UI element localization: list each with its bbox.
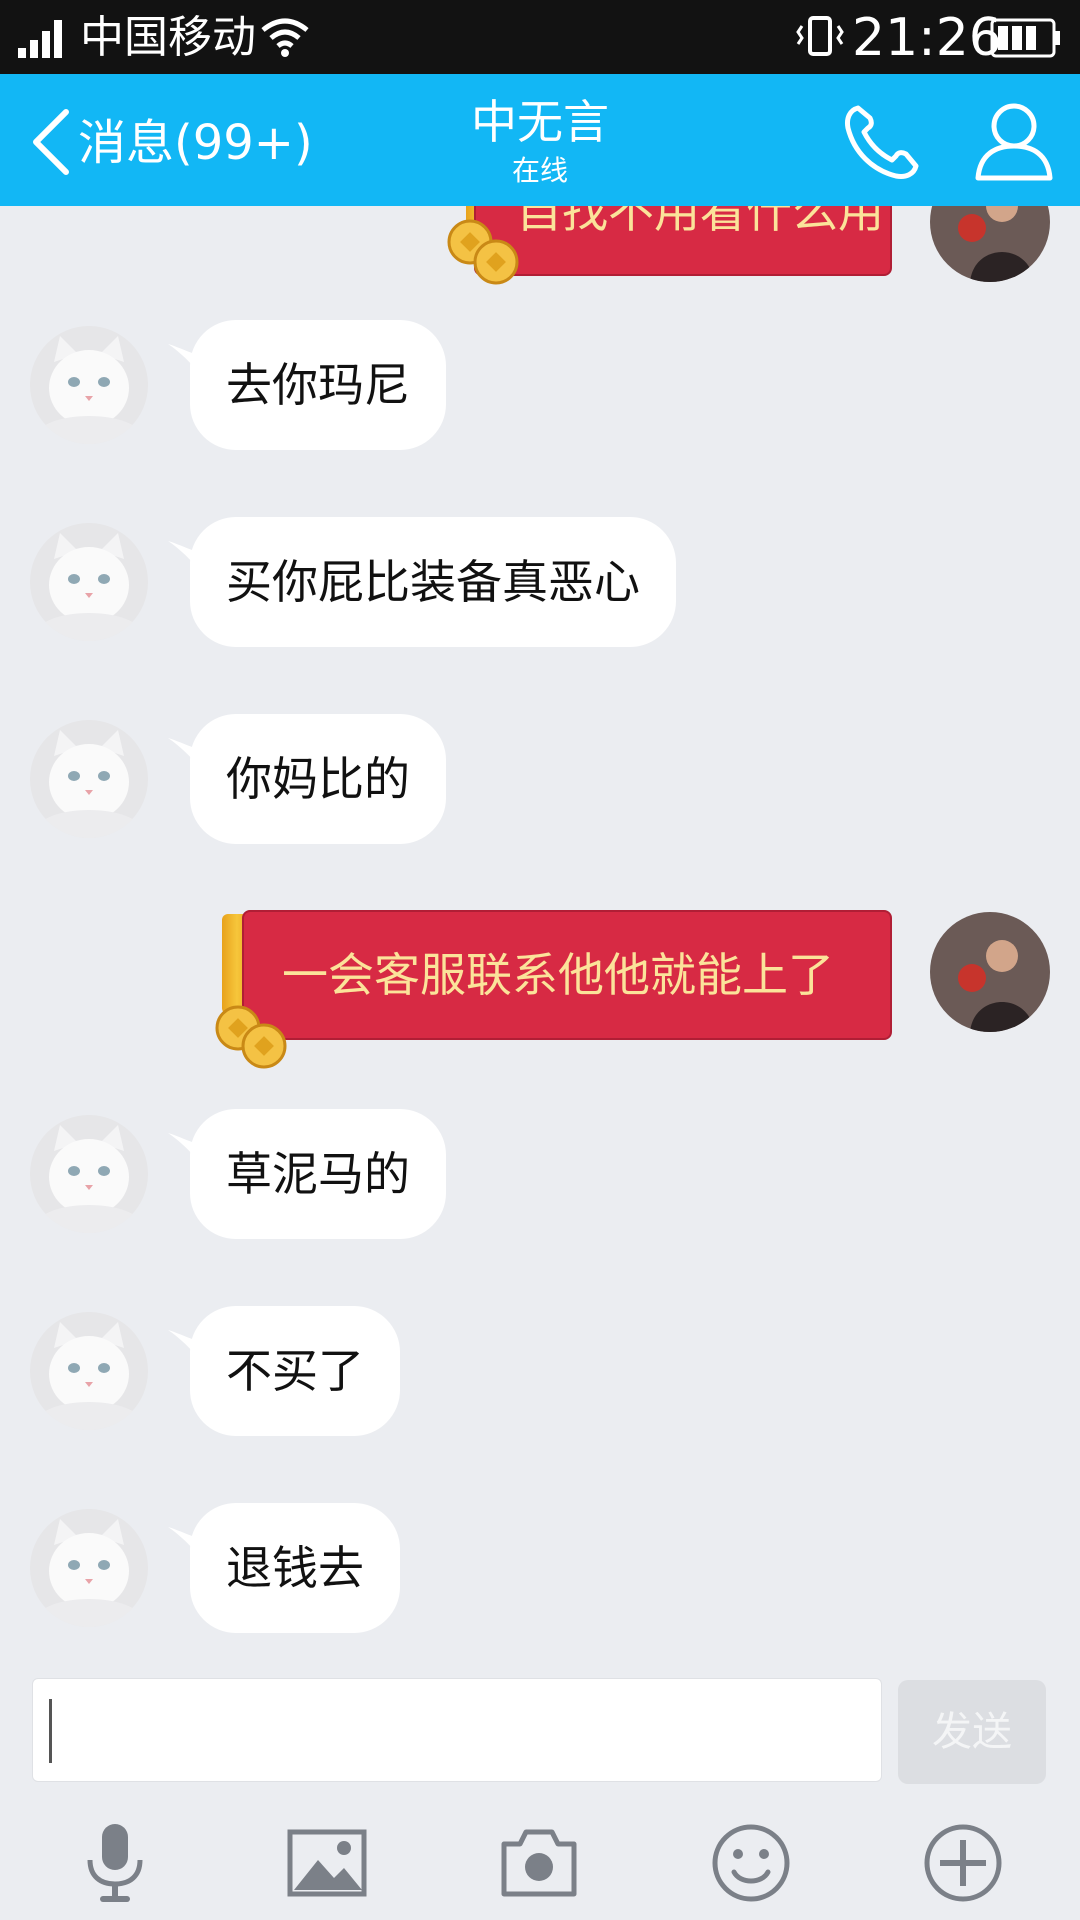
message-text: 去你玛尼	[226, 358, 410, 412]
chat-header: 消息(99+) 中无言 在线	[0, 74, 1080, 206]
coin-icon	[241, 1023, 287, 1069]
red-packet-bubble[interactable]: 自找不用看什么用	[474, 206, 892, 276]
emoji-icon[interactable]	[708, 1820, 794, 1906]
message-text: 你妈比的	[226, 752, 410, 806]
cat-photo	[30, 326, 148, 444]
input-bar: 发送	[0, 1666, 1080, 1786]
red-packet-bubble[interactable]: 一会客服联系他他就能上了	[242, 910, 892, 1040]
text-cursor	[49, 1699, 52, 1763]
contact-name: 中无言	[471, 95, 609, 149]
contact-avatar[interactable]	[30, 1509, 148, 1627]
message-input[interactable]	[32, 1678, 882, 1782]
message-text: 不买了	[226, 1344, 364, 1398]
user-photo	[930, 206, 1050, 282]
contact-avatar[interactable]	[30, 1312, 148, 1430]
user-photo	[930, 912, 1050, 1032]
message-text: 草泥马的	[226, 1147, 410, 1201]
cat-photo	[30, 1115, 148, 1233]
chevron-left-icon	[33, 109, 69, 175]
coin-icon	[473, 239, 519, 285]
clock-time: 21:26	[852, 8, 1002, 68]
signal-icon	[18, 20, 62, 58]
message-bubble[interactable]: 不买了	[190, 1306, 400, 1436]
user-avatar[interactable]	[930, 912, 1050, 1032]
message-bubble[interactable]: 草泥马的	[190, 1109, 446, 1239]
person-icon[interactable]	[972, 98, 1056, 184]
image-icon[interactable]	[284, 1820, 370, 1906]
contact-avatar[interactable]	[30, 720, 148, 838]
message-text: 买你屁比装备真恶心	[226, 555, 640, 609]
camera-icon[interactable]	[496, 1820, 582, 1906]
contact-avatar[interactable]	[30, 523, 148, 641]
input-toolbar	[0, 1790, 1080, 1920]
cat-photo	[30, 720, 148, 838]
contact-avatar[interactable]	[30, 326, 148, 444]
back-label: 消息(99+)	[78, 115, 313, 171]
message-bubble[interactable]: 去你玛尼	[190, 320, 446, 450]
send-button[interactable]: 发送	[898, 1680, 1046, 1784]
microphone-icon[interactable]	[72, 1820, 158, 1906]
message-bubble[interactable]: 买你屁比装备真恶心	[190, 517, 676, 647]
message-text: 退钱去	[226, 1541, 364, 1595]
vibrate-icon	[796, 16, 844, 56]
phone-icon[interactable]	[840, 100, 924, 184]
message-bubble[interactable]: 退钱去	[190, 1503, 400, 1633]
contact-avatar[interactable]	[30, 1115, 148, 1233]
battery-icon	[990, 18, 1060, 58]
carrier-name: 中国移动	[80, 12, 256, 63]
plus-icon[interactable]	[920, 1820, 1006, 1906]
online-status: 在线	[511, 154, 568, 187]
status-bar: 中国移动 21:26	[0, 0, 1080, 74]
red-packet-text: 自找不用看什么用	[516, 206, 884, 238]
back-button[interactable]: 消息(99+)	[28, 102, 313, 182]
cat-photo	[30, 523, 148, 641]
red-packet-text: 一会客服联系他他就能上了	[282, 948, 834, 1002]
cat-photo	[30, 1312, 148, 1430]
cat-photo	[30, 1509, 148, 1627]
message-bubble[interactable]: 你妈比的	[190, 714, 446, 844]
wifi-icon	[261, 18, 309, 57]
user-avatar[interactable]	[930, 206, 1050, 282]
chat-messages[interactable]: 自找不用看什么用 去你玛尼 买你屁比装备真恶心 你妈比的 一会客服联系他他就能上…	[0, 206, 1080, 1666]
